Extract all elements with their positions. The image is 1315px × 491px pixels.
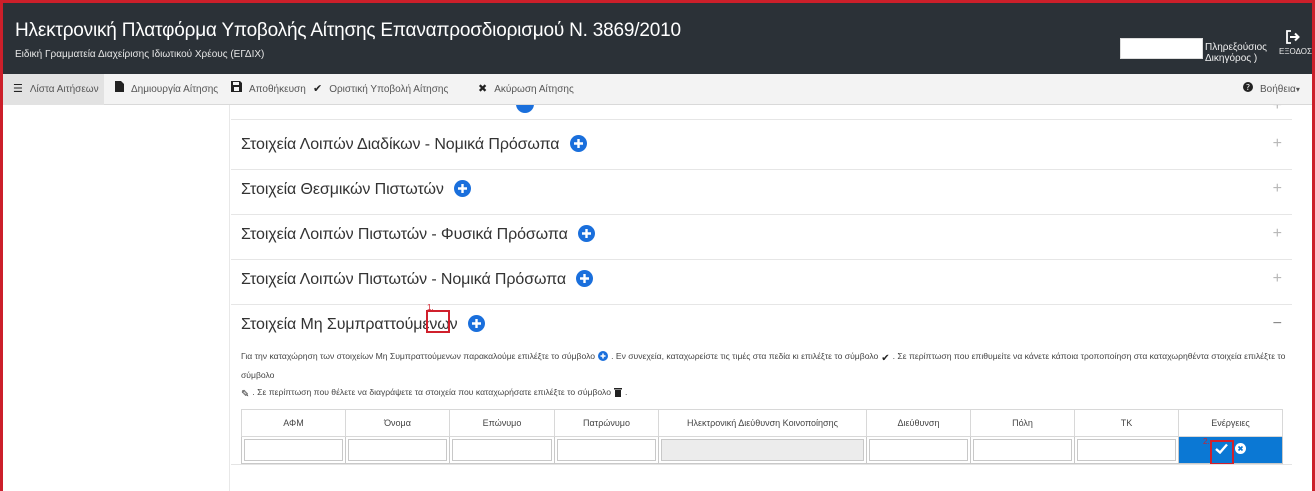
nav-item-create-application[interactable]: Δημιουργία Αίτησης: [115, 74, 218, 105]
logout-icon: [1286, 30, 1300, 44]
column-header: Όνομα: [345, 409, 450, 437]
postal-code-input[interactable]: [1077, 439, 1176, 461]
annotation-highlight-add: [426, 310, 450, 333]
section-toggle[interactable]: +: [1273, 180, 1282, 198]
section-other-creditors-natural: Στοιχεία Λοιπών Πιστωτών - Φυσικά Πρόσωπ…: [231, 211, 1292, 260]
column-header: ΤΚ: [1074, 409, 1179, 437]
column-header: Ηλεκτρονική Διεύθυνση Κοινοποίησης: [658, 409, 867, 437]
instructions-part2: . Εν συνεχεία, καταχωρείστε τις τιμές στ…: [611, 351, 879, 361]
section-title: Στοιχεία Λοιπών Πιστωτών - Φυσικά Πρόσωπ…: [241, 226, 568, 243]
add-circle-icon: [516, 105, 534, 118]
table-row: [241, 436, 1283, 464]
app-title: Ηλεκτρονική Πλατφόρμα Υποβολής Αίτησης Ε…: [15, 20, 681, 41]
save-icon: [231, 74, 242, 105]
fathers-name-input[interactable]: [557, 439, 656, 461]
nav-item-label: Αποθήκευση: [249, 84, 306, 95]
add-circle-icon[interactable]: [454, 180, 472, 202]
column-header: Πατρώνυμο: [554, 409, 659, 437]
logout-label: ΕΞΟΔΟΣ: [1279, 47, 1312, 56]
nav-item-save[interactable]: Αποθήκευση: [231, 74, 306, 105]
svg-text:?: ?: [1246, 83, 1250, 92]
logout-button[interactable]: ΕΞΟΔΟΣ: [1279, 29, 1312, 56]
times-icon: ✖: [478, 83, 488, 95]
instructions-part1: Για την καταχώρηση των στοιχείων Μη Συμπ…: [241, 351, 596, 361]
section-other-parties-legal: Στοιχεία Λοιπών Διαδίκων - Νομικά Πρόσωπ…: [231, 121, 1292, 170]
nav-item-label: Ακύρωση Αίτησης: [494, 84, 574, 95]
last-name-input[interactable]: [452, 439, 552, 461]
toolbar: ☰ Λίστα Αιτήσεων Δημιουργία Αίτησης Αποθή…: [3, 74, 1312, 105]
trash-icon: [613, 386, 622, 403]
afm-input[interactable]: [244, 439, 343, 461]
user-name-box: [1120, 38, 1203, 59]
nav-item-final-submit[interactable]: ✔ Οριστική Υποβολή Αίτησης: [313, 74, 448, 105]
list-icon: ☰: [13, 83, 23, 95]
section-institutional-creditors: Στοιχεία Θεσμικών Πιστωτών +: [231, 166, 1292, 215]
column-header: Επώνυμο: [449, 409, 555, 437]
section-partial-hidden: +: [231, 105, 1292, 120]
times-circle-icon: [1235, 442, 1247, 454]
email-notification-input: [661, 439, 864, 461]
instructions-text: Για την καταχώρηση των στοιχείων Μη Συμπ…: [241, 348, 1291, 403]
instructions-part4: . Σε περίπτωση που θέλετε να διαγράψετε …: [252, 387, 611, 397]
nav-item-label: Δημιουργία Αίτησης: [131, 84, 219, 95]
app-header: Ηλεκτρονική Πλατφόρμα Υποβολής Αίτησης Ε…: [3, 3, 1312, 74]
check-icon: ✔: [313, 83, 323, 95]
add-circle-icon[interactable]: [569, 135, 587, 157]
question-circle-icon: ?: [1243, 74, 1253, 105]
add-circle-icon[interactable]: [576, 270, 594, 292]
instructions-part5: .: [624, 387, 628, 397]
app-subtitle: Ειδική Γραμματεία Διαχείρισης Ιδιωτικού …: [15, 49, 265, 60]
cancel-row-button[interactable]: [1235, 441, 1247, 459]
add-circle-icon[interactable]: [578, 225, 596, 247]
section-other-creditors-legal: Στοιχεία Λοιπών Πιστωτών - Νομικά Πρόσωπ…: [231, 256, 1292, 305]
section-title: Στοιχεία Λοιπών Διαδίκων - Νομικά Πρόσωπ…: [241, 136, 560, 153]
column-header: Πόλη: [970, 409, 1075, 437]
nav-item-label: Βοήθεια: [1260, 84, 1296, 95]
annotation-marker-2: 2.: [1203, 437, 1210, 446]
check-icon: ✔: [881, 353, 890, 364]
caret-down-icon: ▾: [1295, 85, 1300, 95]
nav-item-application-list[interactable]: ☰ Λίστα Αιτήσεων: [3, 74, 104, 105]
nav-item-label: Οριστική Υποβολή Αίτησης: [329, 84, 449, 95]
column-header: Ενέργειες: [1178, 409, 1283, 437]
section-toggle[interactable]: −: [1273, 315, 1282, 333]
city-input[interactable]: [973, 439, 1072, 461]
section-toggle[interactable]: +: [1273, 270, 1282, 288]
first-name-input[interactable]: [348, 439, 447, 461]
add-circle-icon[interactable]: [467, 315, 485, 337]
column-header: ΑΦΜ: [241, 409, 346, 437]
annotation-highlight-confirm: [1210, 440, 1234, 465]
nav-item-help[interactable]: ? Βοήθεια▾: [1243, 74, 1300, 105]
table-header-row: ΑΦΜ Όνομα Επώνυμο Πατρώνυμο Ηλεκτρονική …: [241, 409, 1283, 437]
divider: [231, 464, 1292, 465]
section-non-participants: Στοιχεία Μη Συμπραττούμενων −: [231, 301, 1292, 341]
add-circle-icon: [598, 350, 609, 367]
section-toggle[interactable]: +: [1273, 225, 1282, 243]
nav-item-cancel-application[interactable]: ✖ Ακύρωση Αίτησης: [478, 74, 574, 105]
section-toggle[interactable]: +: [1273, 135, 1282, 153]
section-title: Στοιχεία Θεσμικών Πιστωτών: [241, 181, 444, 198]
section-title: Στοιχεία Λοιπών Πιστωτών - Νομικά Πρόσωπ…: [241, 271, 566, 288]
non-participants-table: ΑΦΜ Όνομα Επώνυμο Πατρώνυμο Ηλεκτρονική …: [241, 409, 1283, 464]
left-column: [3, 105, 230, 491]
section-toggle[interactable]: +: [1273, 105, 1282, 115]
column-header: Διεύθυνση: [866, 409, 971, 437]
address-input[interactable]: [869, 439, 968, 461]
file-icon: [115, 74, 124, 105]
pencil-icon: ✎: [241, 389, 250, 400]
nav-item-label: Λίστα Αιτήσεων: [29, 84, 99, 95]
